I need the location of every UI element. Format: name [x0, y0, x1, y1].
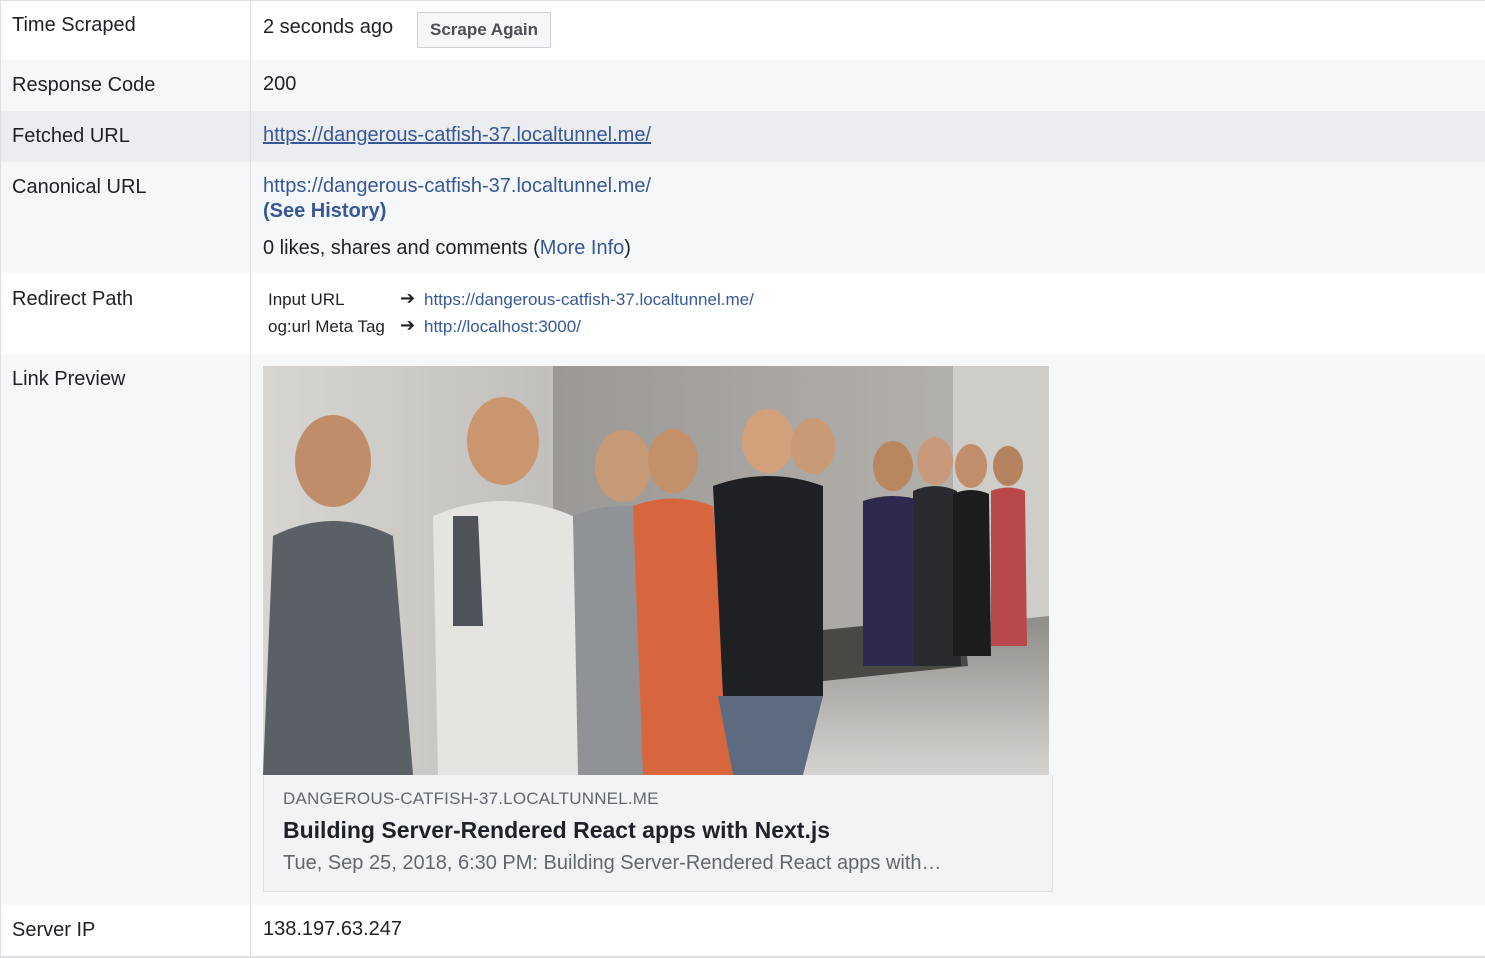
canonical-url-link[interactable]: https://dangerous-catfish-37.localtunnel…	[263, 175, 651, 198]
response-code-value: 200	[263, 73, 297, 95]
preview-image[interactable]	[263, 366, 1049, 775]
label-response-code: Response Code	[1, 60, 250, 111]
redirect-step-name: og:url Meta Tag	[268, 317, 385, 336]
redirect-step-name: Input URL	[268, 290, 345, 309]
fetched-url-link[interactable]: https://dangerous-catfish-37.localtunnel…	[263, 124, 651, 147]
value-redirect-path-cell: Input URL ➔ https://dangerous-catfish-37…	[250, 273, 1485, 354]
label-server-ip: Server IP	[1, 905, 250, 956]
value-time-scraped-cell: 2 seconds ago Scrape Again	[250, 1, 1485, 60]
value-server-ip-cell: 138.197.63.247	[250, 905, 1485, 956]
label-redirect-path: Redirect Path	[1, 273, 250, 354]
see-history-link[interactable]: (See History)	[263, 200, 386, 223]
label-link-preview: Link Preview	[1, 354, 250, 905]
value-canonical-url-cell: https://dangerous-catfish-37.localtunnel…	[250, 162, 1485, 273]
server-ip-value: 138.197.63.247	[263, 918, 403, 940]
value-response-code-cell: 200	[250, 60, 1485, 111]
engagement-text: 0 likes, shares and comments (More Info)	[263, 237, 631, 260]
preview-domain: DANGEROUS-CATFISH-37.LOCALTUNNEL.ME	[283, 789, 659, 808]
group-photo-image	[263, 366, 1049, 775]
preview-title: Building Server-Rendered React apps with…	[283, 817, 831, 843]
row-redirect-path: Redirect Path Input URL ➔ https://danger…	[1, 273, 1485, 354]
arrow-right-icon: ➔	[400, 288, 416, 308]
redirect-step-url[interactable]: http://localhost:3000/	[424, 317, 581, 337]
row-fetched-url: Fetched URL https://dangerous-catfish-37…	[1, 111, 1485, 162]
engagement-prefix: 0 likes, shares and comments (	[263, 237, 540, 259]
preview-card[interactable]: DANGEROUS-CATFISH-37.LOCALTUNNEL.ME Buil…	[263, 775, 1053, 892]
label-time-scraped: Time Scraped	[1, 1, 250, 60]
row-server-ip: Server IP 138.197.63.247	[1, 905, 1485, 956]
engagement-suffix: )	[624, 237, 631, 259]
scrape-again-button[interactable]: Scrape Again	[417, 12, 552, 48]
preview-description: Tue, Sep 25, 2018, 6:30 PM: Building Ser…	[283, 852, 942, 874]
time-scraped-value: 2 seconds ago	[263, 16, 394, 38]
scrape-info-table: Time Scraped 2 seconds ago Scrape Again …	[0, 0, 1485, 958]
row-canonical-url: Canonical URL https://dangerous-catfish-…	[1, 162, 1485, 273]
arrow-right-icon: ➔	[400, 315, 416, 335]
value-fetched-url-cell: https://dangerous-catfish-37.localtunnel…	[250, 111, 1485, 162]
label-canonical-url: Canonical URL	[1, 162, 250, 273]
label-fetched-url: Fetched URL	[1, 111, 250, 162]
redirect-step-url[interactable]: https://dangerous-catfish-37.localtunnel…	[424, 290, 754, 310]
more-info-link[interactable]: More Info	[540, 237, 624, 259]
row-link-preview: Link Preview DANGEROUS-CATFISH-37.LOCALT…	[1, 354, 1485, 905]
value-link-preview-cell: DANGEROUS-CATFISH-37.LOCALTUNNEL.ME Buil…	[250, 354, 1485, 905]
row-response-code: Response Code 200	[1, 60, 1485, 111]
row-time-scraped: Time Scraped 2 seconds ago Scrape Again	[1, 1, 1485, 60]
